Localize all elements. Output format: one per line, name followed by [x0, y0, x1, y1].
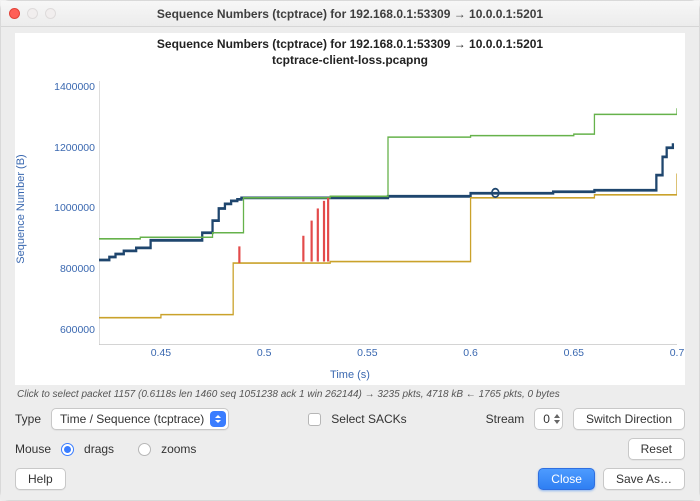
y-axis-label: Sequence Number (B): [15, 154, 27, 263]
switch-direction-button[interactable]: Switch Direction: [573, 408, 685, 430]
x-tick-label: 0.45: [151, 347, 171, 359]
window-controls: [9, 8, 56, 19]
window-title: Sequence Numbers (tcptrace) for 192.168.…: [1, 7, 699, 21]
titlebar: Sequence Numbers (tcptrace) for 192.168.…: [1, 1, 699, 27]
type-label: Type: [15, 412, 41, 426]
chart-subtitle: tcptrace-client-loss.pcapng: [15, 51, 685, 71]
stream-value: 0: [543, 412, 550, 426]
chevron-updown-icon: [210, 411, 226, 427]
close-icon[interactable]: [9, 8, 20, 19]
y-ticks: 600000800000100000012000001400000: [55, 81, 99, 345]
x-axis-label: Time (s): [15, 369, 685, 381]
x-tick-label: 0.55: [357, 347, 377, 359]
y-tick-label: 1000000: [47, 202, 95, 214]
y-tick-label: 800000: [47, 263, 95, 275]
zoom-icon[interactable]: [45, 8, 56, 19]
chart-area[interactable]: Sequence Numbers (tcptrace) for 192.168.…: [15, 33, 685, 385]
mouse-drags-radio[interactable]: [61, 443, 74, 456]
mouse-drags-label: drags: [84, 442, 114, 456]
y-tick-label: 600000: [47, 324, 95, 336]
x-tick-label: 0.5: [257, 347, 272, 359]
select-sacks-checkbox[interactable]: [308, 413, 321, 426]
x-ticks: 0.450.50.550.60.650.7: [99, 347, 677, 363]
y-tick-label: 1200000: [47, 142, 95, 154]
help-button[interactable]: Help: [15, 468, 66, 490]
plot-svg[interactable]: [99, 81, 677, 345]
mouse-zooms-label: zooms: [161, 442, 196, 456]
stream-stepper[interactable]: 0: [534, 408, 563, 430]
mouse-label: Mouse: [15, 442, 51, 456]
reset-button[interactable]: Reset: [628, 438, 685, 460]
stream-label: Stream: [486, 412, 525, 426]
save-as-button[interactable]: Save As…: [603, 468, 685, 490]
x-tick-label: 0.6: [463, 347, 478, 359]
mouse-zooms-radio[interactable]: [138, 443, 151, 456]
type-select-value: Time / Sequence (tcptrace): [60, 412, 204, 426]
y-tick-label: 1400000: [47, 81, 95, 93]
type-select[interactable]: Time / Sequence (tcptrace): [51, 408, 229, 430]
close-button[interactable]: Close: [538, 468, 595, 490]
chart-title: Sequence Numbers (tcptrace) for 192.168.…: [15, 33, 685, 51]
x-tick-label: 0.65: [564, 347, 584, 359]
x-tick-label: 0.7: [670, 347, 685, 359]
select-sacks-label: Select SACKs: [331, 412, 406, 426]
minimize-icon[interactable]: [27, 8, 38, 19]
status-line: Click to select packet 1157 (0.6118s len…: [15, 385, 685, 408]
plot-canvas[interactable]: [99, 81, 677, 345]
